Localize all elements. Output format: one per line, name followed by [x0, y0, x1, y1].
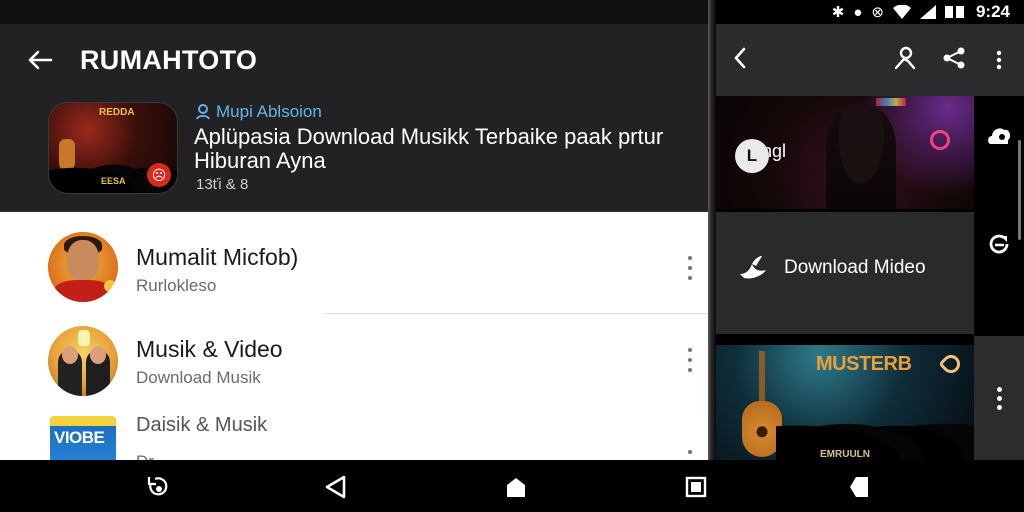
list-item-subtitle: Rurlokleso	[136, 276, 217, 295]
list-item[interactable]: Mumalit Micfob) Rurlokleso	[0, 218, 708, 310]
share-button[interactable]	[942, 46, 966, 75]
download-label: Download Mideo	[784, 257, 926, 278]
phone-edge	[708, 0, 716, 460]
list-item-title[interactable]: Daisik & Musik	[136, 414, 267, 437]
back-button[interactable]	[0, 24, 80, 96]
cloud-icon	[988, 128, 1011, 144]
right-toolbar	[716, 24, 1024, 96]
tag-icon[interactable]	[938, 351, 964, 377]
singer-silhouette	[826, 106, 896, 209]
app-title: RUMAHTOTO	[80, 44, 258, 75]
signal-icon	[919, 5, 936, 19]
home-button[interactable]	[503, 474, 529, 500]
more-vert-icon[interactable]	[974, 336, 1024, 460]
video-card[interactable]: ngl L	[716, 96, 974, 209]
status-time: 9:24	[975, 2, 1010, 21]
chevron-left-icon	[734, 47, 746, 69]
shape-button[interactable]	[846, 474, 872, 500]
download-video-button[interactable]: Download Mideo	[716, 212, 974, 334]
cloud-button[interactable]	[987, 124, 1011, 151]
rotate-icon	[147, 477, 168, 496]
video-title: MUSTERB	[816, 353, 912, 375]
avatar-badge[interactable]: L	[735, 139, 769, 173]
right-content: ngl L Download Mideo MUSTERB EMRUULN	[716, 96, 974, 460]
list-item-subtitle: Dr	[136, 452, 154, 460]
scrollbar[interactable]	[1018, 140, 1021, 240]
left-app-window: RUMAHTOTO REDDA EESA ☹ Mupi Ablsoion Apl…	[0, 0, 708, 460]
home-icon	[507, 478, 525, 497]
user-icon	[196, 104, 210, 120]
rotate-button[interactable]	[145, 474, 171, 500]
more-vert-icon	[996, 50, 1002, 70]
navigation-bar	[0, 460, 1024, 512]
video-subtitle: EMRUULN	[820, 449, 870, 460]
nfc-icon: ✱	[831, 3, 845, 21]
refresh-icon[interactable]	[930, 130, 950, 150]
back-button[interactable]	[732, 46, 748, 75]
thumbnail-text: VIOBE	[54, 428, 105, 447]
more-vert-icon[interactable]	[682, 450, 698, 460]
list-item-subtitle: Download Musik	[136, 368, 261, 387]
featured-count: 13ťi & 8	[196, 176, 249, 193]
back-nav-button[interactable]	[322, 474, 348, 500]
refresh-button[interactable]	[987, 232, 1011, 261]
avatar	[48, 326, 118, 396]
featured-author[interactable]: Mupi Ablsoion	[196, 102, 322, 122]
bird-download-icon	[740, 256, 766, 279]
more-vert-icon[interactable]	[682, 256, 698, 280]
guitar-neck	[759, 351, 765, 405]
featured-title[interactable]: Aplüpasia Download Musikk Terbaike paak …	[194, 125, 684, 173]
battery-icon	[944, 6, 964, 18]
status-bar: ✱ ● ⊗ 9:24	[716, 0, 1024, 24]
square-icon	[685, 476, 707, 498]
list-item-thumbnail: VIOBE	[50, 416, 116, 460]
more-vert-icon[interactable]	[682, 348, 698, 372]
record-icon: ●	[853, 3, 863, 21]
refresh-icon	[989, 234, 1009, 254]
wifi-icon	[892, 5, 911, 19]
app-bar: RUMAHTOTO	[0, 24, 708, 96]
list-item-title: Mumalit Micfob)	[136, 244, 299, 270]
alarm-icon: ⊗	[871, 3, 884, 21]
poster-text-bottom: EESA	[101, 176, 126, 186]
list-item[interactable]: Musik & Video Download Musik	[0, 312, 708, 404]
triangle-back-icon	[325, 475, 346, 499]
emoji-badge-icon: ☹	[147, 163, 171, 187]
recents-button[interactable]	[683, 474, 709, 500]
share-icon	[943, 47, 965, 69]
stage-lights	[876, 98, 906, 106]
video-card[interactable]: MUSTERB EMRUULN	[716, 345, 974, 460]
overflow-menu-button[interactable]	[996, 50, 1002, 75]
shield-icon	[850, 477, 868, 497]
top-strip	[0, 0, 708, 24]
featured-author-name: Mupi Ablsoion	[216, 102, 322, 121]
featured-card[interactable]: REDDA EESA ☹ Mupi Ablsoion Aplüpasia Dow…	[0, 96, 708, 212]
arrow-left-icon	[28, 50, 53, 70]
poster-text-top: REDDA	[99, 107, 135, 118]
person-icon	[894, 46, 916, 70]
content-list: Mumalit Micfob) Rurlokleso Musik & Video…	[0, 212, 708, 460]
avatar	[48, 232, 118, 302]
crowd-graphic	[776, 400, 974, 460]
featured-thumbnail[interactable]: REDDA EESA ☹	[48, 102, 178, 194]
list-item-title: Musik & Video	[136, 336, 283, 362]
person-button[interactable]	[894, 46, 916, 75]
side-rail	[974, 96, 1024, 460]
